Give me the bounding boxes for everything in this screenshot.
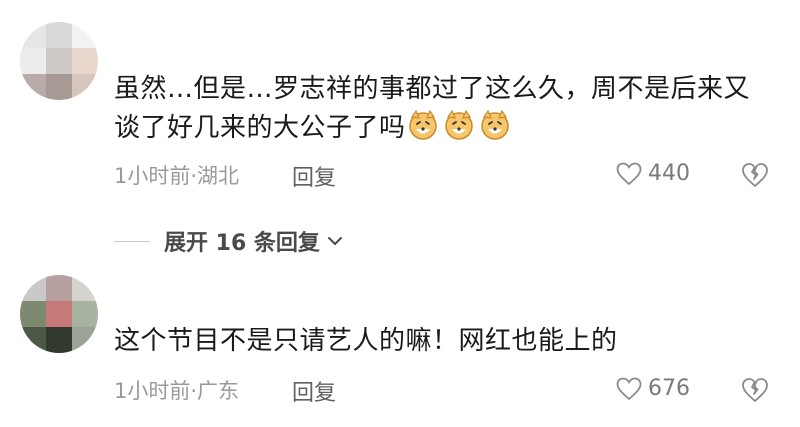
heart-outline-icon <box>616 162 642 185</box>
comment-meta: 1小时前·广东 <box>114 379 240 403</box>
like-count: 676 <box>648 376 690 401</box>
comment-text: 这个节目不是只请艺人的嘛！网红也能上的 <box>114 322 764 360</box>
like-button[interactable]: 440 <box>616 161 690 186</box>
broken-heart-icon <box>742 163 768 187</box>
shiba-dog-emoji <box>406 109 442 143</box>
reply-button[interactable]: 回复 <box>292 375 336 407</box>
like-button[interactable]: 676 <box>616 376 690 401</box>
avatar[interactable] <box>20 275 98 353</box>
comment-meta: 1小时前·湖北 <box>114 164 240 188</box>
expand-replies-button[interactable]: 展开 16 条回复 <box>114 225 346 257</box>
expand-replies-label: 展开 16 条回复 <box>164 231 320 256</box>
dislike-button[interactable] <box>741 377 769 407</box>
shiba-dog-emoji <box>442 109 478 143</box>
heart-outline-icon <box>616 377 642 400</box>
dislike-button[interactable] <box>741 162 769 192</box>
reply-button[interactable]: 回复 <box>292 160 336 192</box>
comment-list: 虽然…但是…罗志祥的事都过了这么久，周不是后来又谈了好几来的大公子了吗 1小时前… <box>0 0 800 427</box>
comment-body: 这个节目不是只请艺人的嘛！网红也能上的 <box>114 326 618 356</box>
broken-heart-icon <box>742 378 768 402</box>
divider-line <box>114 240 150 242</box>
chevron-down-icon <box>327 237 342 245</box>
comment-text: 虽然…但是…罗志祥的事都过了这么久，周不是后来又谈了好几来的大公子了吗 <box>114 70 764 147</box>
shiba-dog-emoji <box>478 109 514 143</box>
like-count: 440 <box>648 161 690 186</box>
avatar[interactable] <box>20 22 98 100</box>
